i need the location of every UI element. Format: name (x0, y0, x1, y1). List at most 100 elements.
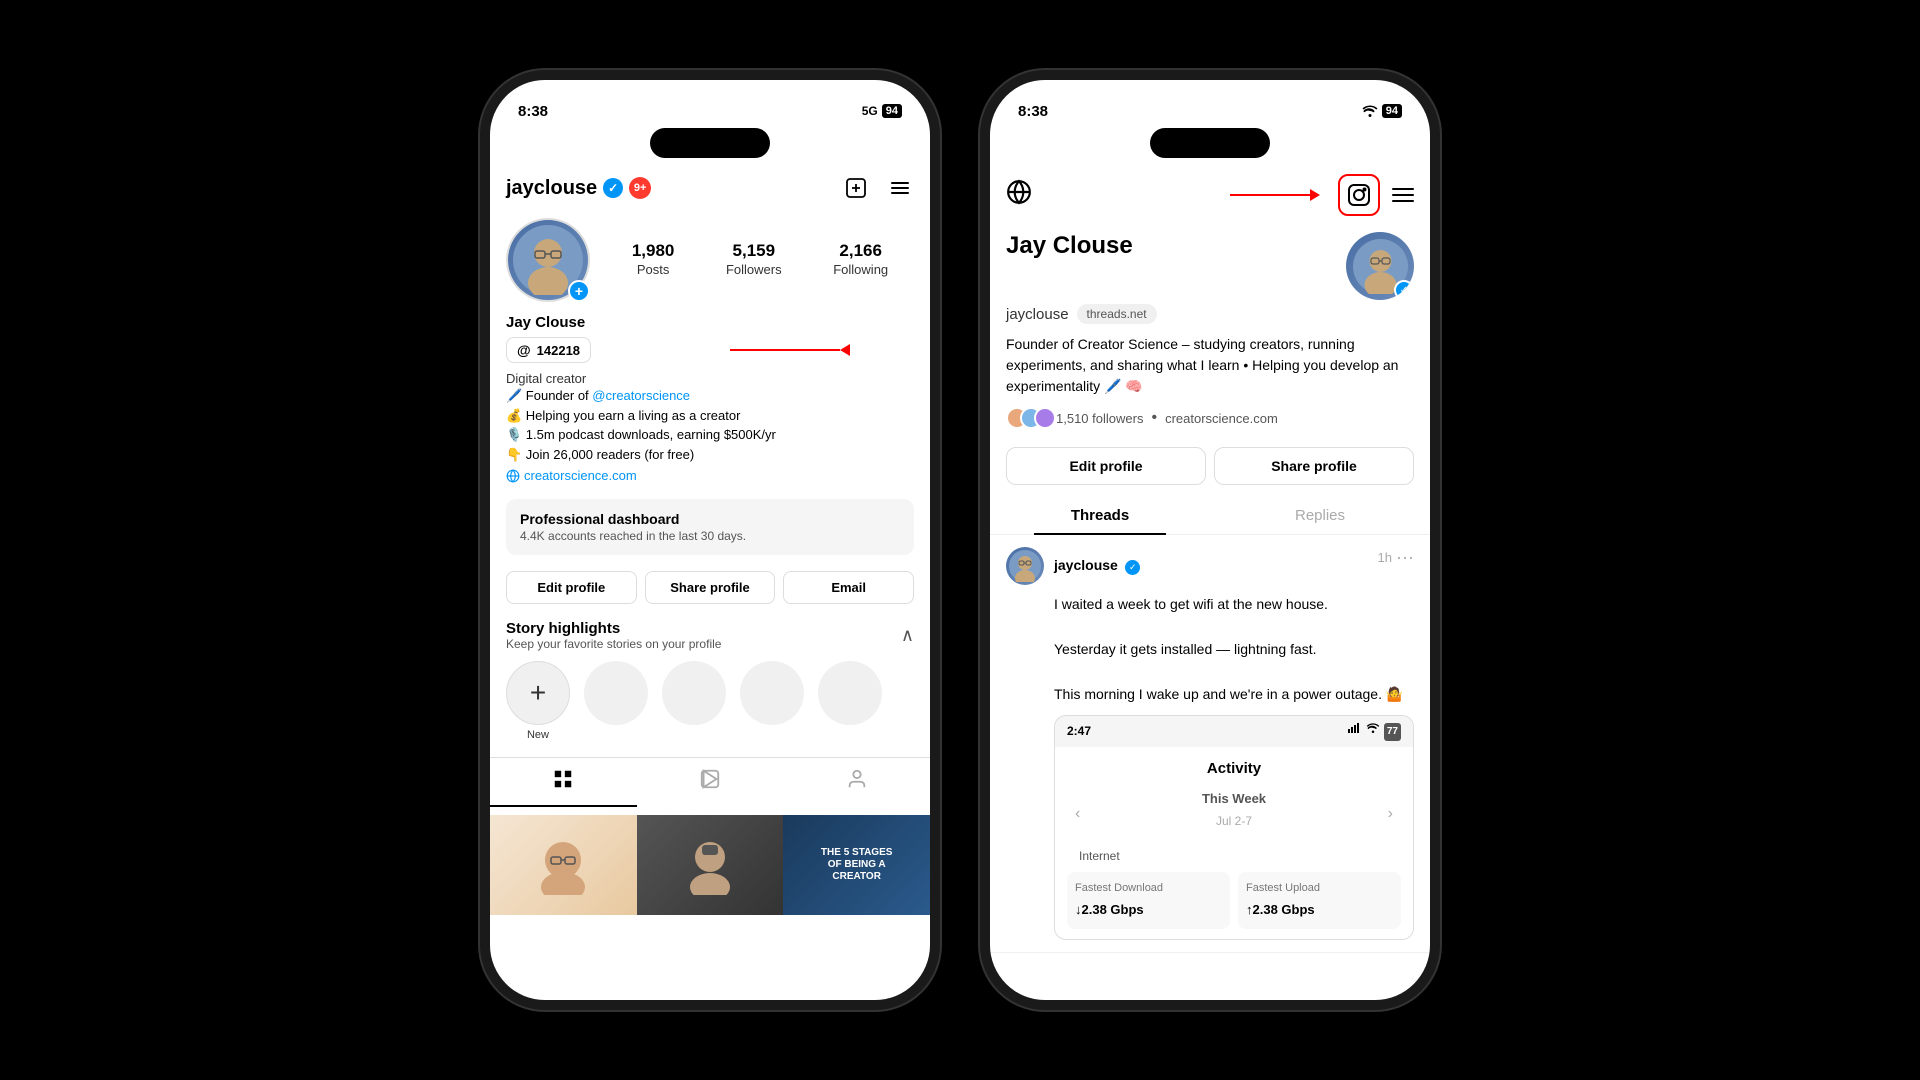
arrow-line (730, 349, 840, 351)
arrowhead (840, 344, 850, 356)
edit-profile-button-threads[interactable]: Edit profile (1006, 447, 1206, 485)
threads-verified-badge: ✓ (1394, 280, 1414, 300)
tab-replies[interactable]: Replies (1210, 497, 1430, 534)
tab-threads[interactable]: Threads (990, 497, 1210, 534)
highlights-collapse-icon[interactable]: ∧ (901, 625, 914, 646)
highlight-item-2[interactable] (584, 661, 648, 741)
highlight-item-3[interactable] (662, 661, 726, 741)
avatar-add-story[interactable]: + (568, 280, 590, 302)
followers-stat[interactable]: 5,159 Followers (726, 241, 782, 279)
thread-post-options[interactable]: ··· (1396, 547, 1414, 568)
nested-week-label: This Week (1202, 789, 1266, 810)
dynamic-island-ig (650, 128, 770, 158)
creator-science-link-threads[interactable]: creatorscience.com (1165, 411, 1278, 426)
highlight-item-4[interactable] (740, 661, 804, 741)
status-icons-ig: 5G 94 (862, 104, 902, 118)
threads-bio: Founder of Creator Science – studying cr… (990, 324, 1430, 407)
thumbnail-2[interactable] (637, 815, 784, 915)
thread-post-user: jayclouse ✓ (1006, 547, 1140, 585)
creator-science-link[interactable]: @creatorscience (592, 388, 690, 403)
email-button-ig[interactable]: Email (783, 571, 914, 604)
bio-line-4: 👇 Join 26,000 readers (for free) (506, 445, 914, 465)
add-highlight-circle[interactable]: + (506, 661, 570, 725)
highlight-circle-3 (662, 661, 726, 725)
nested-next[interactable]: › (1388, 801, 1393, 827)
threads-tab-bar: Threads Replies (990, 497, 1430, 535)
followers-count-threads[interactable]: 1,510 followers (1056, 411, 1143, 426)
highlights-subtitle: Keep your favorite stories on your profi… (506, 637, 721, 651)
nested-title: Activity (1067, 757, 1401, 781)
threads-avatar: ✓ (1346, 232, 1414, 300)
nested-speed-cards: Fastest Download ↓2.38 Gbps Fastest Uplo… (1067, 872, 1401, 928)
nested-phone-screenshot: 2:47 77 (1054, 715, 1414, 940)
threads-profile-header: Jay Clouse ✓ (990, 224, 1430, 300)
threads-logo-icon: @ (517, 342, 531, 358)
grid-thumbnails: THE 5 STAGESOF BEING ACREATOR (490, 815, 930, 915)
nested-date: Jul 2-7 (1202, 812, 1266, 831)
thumbnail-1[interactable] (490, 815, 637, 915)
share-profile-button-threads[interactable]: Share profile (1214, 447, 1414, 485)
time-ig: 8:38 (518, 103, 548, 120)
nested-status-bar: 2:47 77 (1055, 716, 1413, 747)
highlight-circle-4 (740, 661, 804, 725)
reels-tab[interactable] (637, 758, 784, 807)
globe-icon[interactable] (1006, 179, 1032, 212)
instagram-phone: 8:38 5G 94 jayclouse ✓ 9+ (490, 80, 930, 1000)
status-bar-ig: 8:38 5G 94 (490, 80, 930, 128)
following-stat[interactable]: 2,166 Following (833, 241, 888, 279)
thumbnail-3[interactable]: THE 5 STAGESOF BEING ACREATOR (783, 815, 930, 915)
ig-app-header: jayclouse ✓ 9+ (490, 166, 930, 210)
battery-threads: 94 (1382, 104, 1402, 118)
status-bar-threads: 8:38 94 (990, 80, 1430, 128)
highlight-item-5[interactable] (818, 661, 882, 741)
separator: • (1151, 409, 1157, 427)
highlights-title: Story highlights (506, 620, 721, 637)
nested-prev[interactable]: ‹ (1075, 801, 1080, 827)
menu-button-ig[interactable] (886, 174, 914, 202)
bio-line-1: 🖊️ Founder of @creatorscience (506, 386, 914, 406)
bio-website-link[interactable]: creatorscience.com (506, 468, 914, 483)
post-line-2: Yesterday it gets installed — lightning … (1054, 638, 1414, 660)
bio-line-2: 💰 Helping you earn a living as a creator (506, 406, 914, 426)
threads-handle: jayclouse (1006, 306, 1069, 323)
bio-link-text[interactable]: creatorscience.com (524, 468, 637, 483)
nested-wifi-icon (1366, 723, 1380, 733)
nested-nav: ‹ This Week Jul 2-7 › (1067, 785, 1401, 843)
status-icons-threads: 94 (1362, 104, 1402, 118)
ig-profile-stats: 1,980 Posts 5,159 Followers 2,166 Follow… (606, 241, 914, 279)
signal-ig: 5G (862, 104, 878, 118)
add-highlight-plus-icon: + (530, 677, 546, 709)
share-profile-button-ig[interactable]: Share profile (645, 571, 776, 604)
threads-count-badge[interactable]: @ 142218 (506, 337, 591, 363)
tagged-tab[interactable] (783, 758, 930, 807)
download-value: ↓2.38 Gbps (1075, 900, 1222, 921)
threads-display-name: Jay Clouse (1006, 232, 1133, 260)
add-post-button[interactable] (842, 174, 870, 202)
add-highlight-item[interactable]: + New (506, 661, 570, 741)
thread-post-user-info: jayclouse ✓ (1054, 557, 1140, 575)
threads-net-badge[interactable]: threads.net (1077, 304, 1157, 324)
new-highlight-label: New (527, 729, 549, 741)
ig-icon-annotation-container (1338, 174, 1380, 216)
hamburger-menu-threads[interactable] (1392, 188, 1414, 202)
nested-time: 2:47 (1067, 722, 1091, 741)
pro-dashboard-subtitle: 4.4K accounts reached in the last 30 day… (520, 529, 900, 543)
instagram-icon-button[interactable] (1338, 174, 1380, 216)
grid-tab[interactable] (490, 758, 637, 807)
threads-arrow-annotation (730, 344, 850, 356)
threads-phone: 8:38 94 (990, 80, 1430, 1000)
ig-profile-section: + 1,980 Posts 5,159 Followers 2,166 Foll… (490, 210, 930, 310)
nested-content: Activity ‹ This Week Jul 2-7 › Internet (1055, 747, 1413, 939)
threads-handle-row: jayclouse threads.net (990, 304, 1430, 324)
thread-post-header: jayclouse ✓ 1h ··· (1006, 547, 1414, 585)
upload-card: Fastest Upload ↑2.38 Gbps (1238, 872, 1401, 928)
wifi-icon (1362, 105, 1378, 117)
follower-avatar-3 (1034, 407, 1056, 429)
professional-dashboard[interactable]: Professional dashboard 4.4K accounts rea… (506, 499, 914, 555)
thread-post-username[interactable]: jayclouse (1054, 557, 1118, 573)
upload-value: ↑2.38 Gbps (1246, 900, 1393, 921)
edit-profile-button-ig[interactable]: Edit profile (506, 571, 637, 604)
notification-count[interactable]: 9+ (629, 177, 651, 199)
bio-line-3: 🎙️ 1.5m podcast downloads, earning $500K… (506, 425, 914, 445)
ig-header-action-icons (842, 174, 914, 202)
